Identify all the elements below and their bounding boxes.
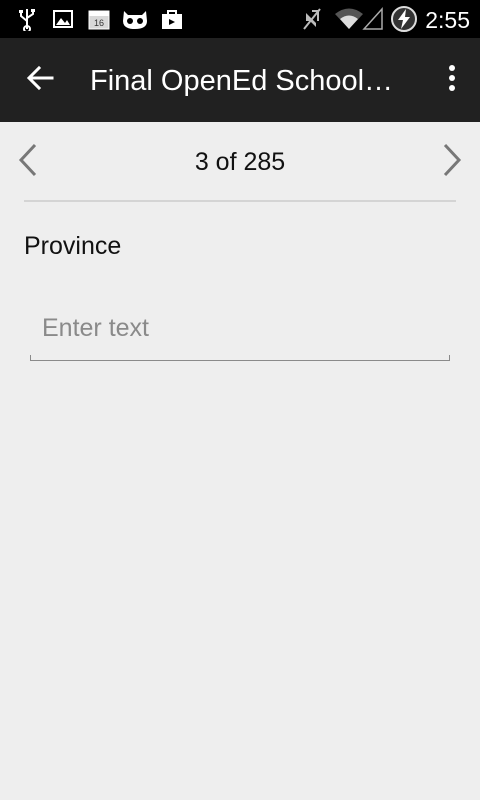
next-record-button[interactable] (432, 140, 472, 184)
province-input[interactable] (30, 306, 450, 350)
app-title: Final OpenEd School… (90, 65, 394, 97)
divider (24, 200, 456, 202)
bag-icon (160, 7, 184, 31)
image-icon (52, 7, 74, 31)
arrow-left-icon (26, 64, 54, 97)
back-button[interactable] (16, 58, 64, 102)
record-position: 3 of 285 (194, 148, 286, 176)
wifi-icon (334, 7, 364, 31)
status-bar: 16 2:55 (0, 0, 480, 38)
status-time: 2:55 (425, 7, 470, 33)
more-vert-icon (448, 64, 456, 97)
battery-charging-icon (390, 6, 418, 32)
record-pager: 3 of 285 (0, 122, 480, 202)
usb-icon (14, 7, 40, 31)
input-underline (30, 348, 450, 361)
app-bar: Final OpenEd School… (0, 38, 480, 122)
mute-icon (300, 7, 324, 31)
signal-icon (362, 7, 384, 31)
overflow-menu-button[interactable] (440, 60, 464, 100)
field-label: Province (24, 232, 122, 260)
calendar-icon: 16 (87, 7, 111, 31)
svg-text:16: 16 (94, 18, 104, 28)
cyanogen-icon (120, 7, 150, 31)
chevron-right-icon (442, 143, 462, 182)
